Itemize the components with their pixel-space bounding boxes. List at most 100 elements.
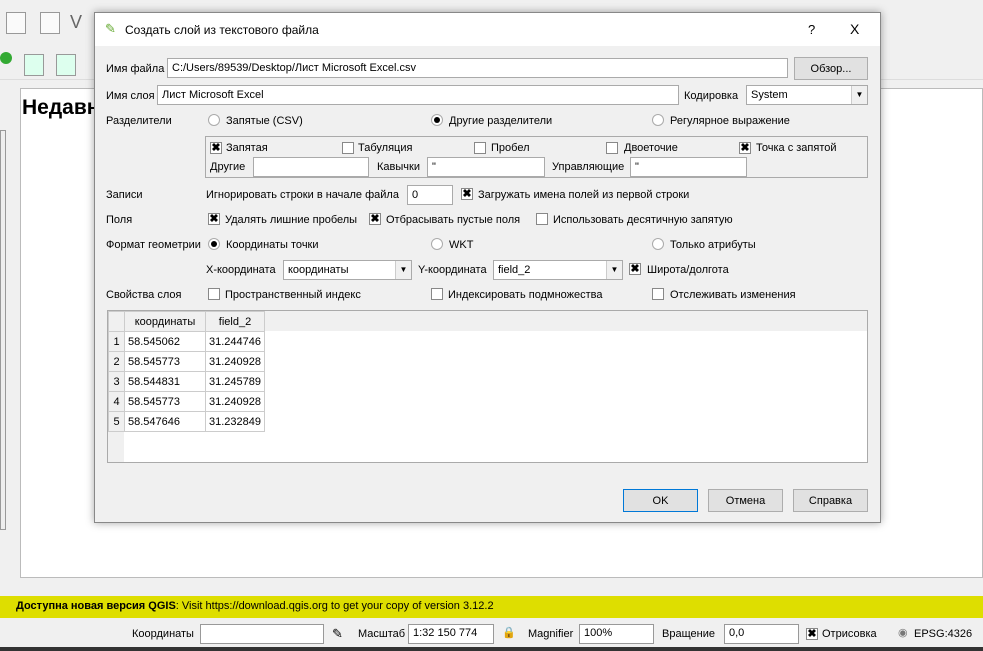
- close-icon[interactable]: X: [850, 21, 859, 37]
- y-field-label: Y-координата: [418, 264, 487, 276]
- layer-props-label: Свойства слоя: [106, 289, 182, 301]
- comma-label: Запятая: [226, 142, 268, 154]
- radio-no-geometry-label: Только атрибуты: [670, 239, 756, 251]
- scale-label: Масштаб: [358, 628, 406, 640]
- corner-cell: [108, 311, 125, 332]
- mouse-icon[interactable]: ✎: [332, 626, 343, 642]
- y-field-combo[interactable]: field_2 ▼: [493, 260, 623, 280]
- radio-point-coords[interactable]: [208, 238, 220, 250]
- table-cell: 58.544831: [124, 371, 206, 392]
- radio-csv-label: Запятые (CSV): [226, 115, 303, 127]
- quote-label: Кавычки: [377, 161, 420, 173]
- file-input[interactable]: C:/Users/89539/Desktop/Лист Microsoft Ex…: [167, 58, 788, 78]
- table-header-row: координаты field_2: [108, 311, 265, 332]
- spatial-index-label: Пространственный индекс: [225, 289, 361, 301]
- new-layer-icon[interactable]: [24, 54, 44, 76]
- radio-csv[interactable]: [208, 114, 220, 126]
- semicolon-checkbox[interactable]: ✖: [739, 142, 751, 154]
- table-cell: 58.547646: [124, 411, 206, 432]
- decimal-comma-checkbox[interactable]: [536, 213, 548, 225]
- coords-label: Координаты: [132, 628, 194, 640]
- other-label: Другие: [210, 161, 246, 173]
- radio-regex[interactable]: [652, 114, 664, 126]
- cancel-button[interactable]: Отмена: [708, 489, 783, 512]
- lock-icon[interactable]: 🔒: [502, 626, 516, 639]
- file-label: Имя файла: [106, 63, 165, 75]
- quote-input[interactable]: ": [427, 157, 545, 177]
- radio-wkt-label: WKT: [449, 239, 474, 251]
- chevron-down-icon: ▼: [851, 86, 867, 104]
- space-checkbox[interactable]: [474, 142, 486, 154]
- globe-icon[interactable]: ◉: [898, 626, 908, 639]
- table-row: 4 58.545773 31.240928: [108, 391, 265, 412]
- dialog-title: Создать слой из текстового файла: [125, 23, 319, 37]
- skip-lines-label: Игнорировать строки в начале файла: [206, 189, 399, 201]
- tab-checkbox[interactable]: [342, 142, 354, 154]
- edit-layer-icon[interactable]: [56, 54, 76, 76]
- chevron-down-icon: ▼: [395, 261, 411, 279]
- paste-icon[interactable]: [40, 12, 60, 34]
- encoding-label: Кодировка: [684, 90, 739, 102]
- update-title: Доступна новая версия QGIS: [16, 600, 176, 612]
- trim-checkbox[interactable]: ✖: [208, 213, 220, 225]
- render-label: Отрисовка: [822, 628, 877, 640]
- colon-checkbox[interactable]: [606, 142, 618, 154]
- rotation-spinbox[interactable]: 0,0: [724, 624, 799, 644]
- scale-combo[interactable]: 1:32 150 774: [408, 624, 494, 644]
- delimiters-label: Разделители: [106, 115, 172, 127]
- table-cell: 31.244746: [205, 331, 265, 352]
- decimal-comma-label: Использовать десятичную запятую: [553, 214, 733, 226]
- render-checkbox[interactable]: ✖: [806, 628, 818, 640]
- escape-input[interactable]: ": [630, 157, 747, 177]
- table-row: 3 58.544831 31.245789: [108, 371, 265, 392]
- layer-name-label: Имя слоя: [106, 90, 155, 102]
- fields-label: Поля: [106, 214, 133, 226]
- x-field-combo[interactable]: координаты ▼: [283, 260, 412, 280]
- records-label: Записи: [106, 189, 143, 201]
- radio-wkt[interactable]: [431, 238, 443, 250]
- layer-name-input[interactable]: Лист Microsoft Excel: [157, 85, 679, 105]
- radio-custom-label: Другие разделители: [449, 115, 553, 127]
- browse-button[interactable]: Обзор...: [794, 57, 868, 80]
- radio-custom-delims[interactable]: [431, 114, 443, 126]
- row-number: 3: [108, 371, 125, 392]
- encoding-combo[interactable]: System ▼: [746, 85, 868, 105]
- radio-point-label: Координаты точки: [226, 239, 319, 251]
- skip-lines-spinbox[interactable]: 0: [407, 185, 453, 205]
- row-number: 5: [108, 411, 125, 432]
- crs-button[interactable]: EPSG:4326: [914, 628, 972, 640]
- comma-checkbox[interactable]: ✖: [210, 142, 222, 154]
- column-header[interactable]: координаты: [124, 311, 206, 332]
- qgis-icon: ✎: [105, 21, 116, 36]
- update-link[interactable]: : Visit https://download.qgis.org to get…: [176, 600, 494, 612]
- column-header[interactable]: field_2: [205, 311, 265, 332]
- radio-no-geometry[interactable]: [652, 238, 664, 250]
- discard-empty-checkbox[interactable]: ✖: [369, 213, 381, 225]
- table-cell: 58.545773: [124, 391, 206, 412]
- vertex-tool-icon[interactable]: V: [70, 12, 90, 34]
- row-number: 4: [108, 391, 125, 412]
- dms-checkbox[interactable]: ✖: [629, 263, 641, 275]
- sample-data-table: координаты field_2 1 58.545062 31.244746 25…: [107, 310, 868, 463]
- help-button[interactable]: Справка: [793, 489, 868, 512]
- magnifier-label: Magnifier: [528, 628, 574, 640]
- discard-empty-label: Отбрасывать пустые поля: [386, 214, 521, 226]
- table-row: 5 58.547646 31.232849: [108, 411, 265, 432]
- trim-label: Удалять лишние пробелы: [225, 214, 358, 226]
- spatial-index-checkbox[interactable]: [208, 288, 220, 300]
- subset-index-checkbox[interactable]: [431, 288, 443, 300]
- magnifier-spinbox[interactable]: 100%: [579, 624, 654, 644]
- coords-input[interactable]: [200, 624, 324, 644]
- header-label: Загружать имена полей из первой строки: [478, 189, 690, 201]
- add-layer-icon[interactable]: [0, 52, 12, 64]
- ok-button[interactable]: OK: [623, 489, 698, 512]
- watch-file-checkbox[interactable]: [652, 288, 664, 300]
- other-input[interactable]: [253, 157, 369, 177]
- table-row: 2 58.545773 31.240928: [108, 351, 265, 372]
- help-icon[interactable]: ?: [808, 22, 815, 37]
- copy-icon[interactable]: [6, 12, 26, 34]
- encoding-value: System: [751, 89, 788, 101]
- space-label: Пробел: [491, 142, 530, 154]
- header-checkbox[interactable]: ✖: [461, 188, 473, 200]
- table-cell: 31.240928: [205, 391, 265, 412]
